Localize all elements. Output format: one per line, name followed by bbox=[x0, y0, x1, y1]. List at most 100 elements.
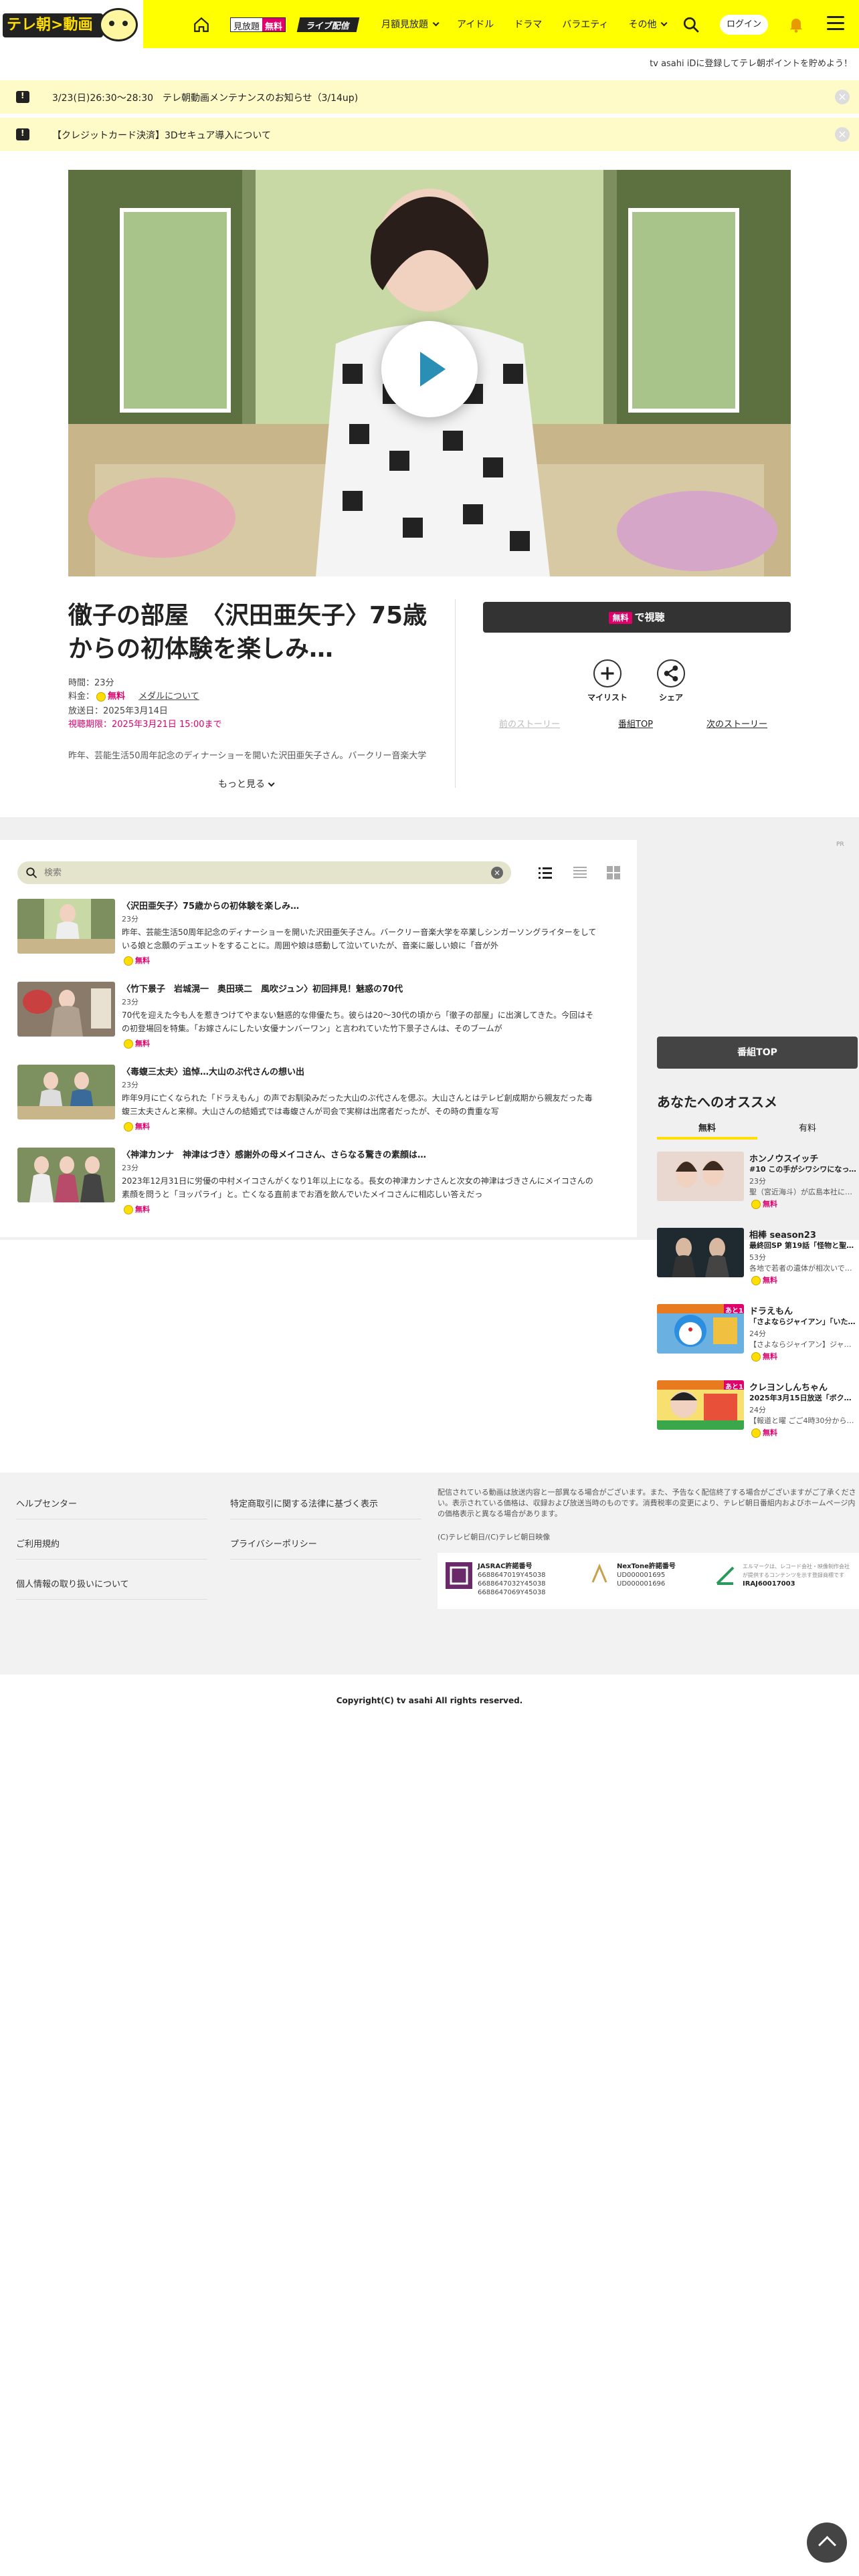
nav-item-drama[interactable]: ドラマ bbox=[514, 17, 542, 31]
list-view-icon[interactable] bbox=[538, 865, 553, 880]
coin-icon bbox=[124, 1039, 133, 1049]
mylist-label: マイリスト bbox=[587, 693, 628, 702]
main-nav: 月額見放題 アイドル ドラマ バラエティ その他 bbox=[381, 0, 668, 48]
jasrac-license: JASRAC許諾番号 6688647019Y45038 6688647032Y45… bbox=[478, 1563, 546, 1596]
item-title[interactable]: 〈神津カンナ 神津はづき〉感謝外の母メイコさん、さらなる驚きの素顔は… bbox=[122, 1148, 426, 1160]
nav-item-idol[interactable]: アイドル bbox=[457, 17, 494, 31]
notice-icon bbox=[16, 128, 29, 140]
coin-icon bbox=[751, 1428, 761, 1438]
item-desc: 【報道と曜 ごご4時30分から… bbox=[749, 1416, 854, 1425]
item-free: 無料 bbox=[122, 955, 150, 966]
item-desc: 70代を迎えた今も人を惹きつけてやまない魅惑的な俳優たち。彼らは20～30代の頃… bbox=[122, 1010, 594, 1033]
item-title[interactable]: 〈毒蝮三太夫〉追悼…大山のぶ代さんの想い出 bbox=[122, 1065, 304, 1077]
play-button[interactable] bbox=[381, 321, 478, 417]
home-icon[interactable] bbox=[193, 16, 210, 33]
item-duration: 24分 bbox=[749, 1329, 766, 1338]
program-top-link[interactable]: 番組TOP bbox=[618, 717, 653, 730]
program-top-button[interactable]: 番組TOP bbox=[657, 1037, 858, 1069]
search-icon[interactable] bbox=[682, 16, 700, 33]
close-icon[interactable]: × bbox=[835, 127, 850, 142]
chevron-down-icon bbox=[432, 19, 440, 26]
episode-synopsis: 昨年、芸能生活50周年記念のディナーショーを開いた沢田亜矢子さん。バークリー音楽… bbox=[68, 751, 427, 761]
price-label: 料金： bbox=[68, 691, 95, 702]
footer-credit: (C)テレビ朝日/(C)テレビ朝日映像 bbox=[438, 1533, 551, 1541]
item-desc: 各地で若者の遺体が相次いで… bbox=[749, 1264, 852, 1273]
nav-item-variety[interactable]: バラエティ bbox=[562, 17, 608, 31]
item-title[interactable]: 〈沢田亜矢子〉75歳からの初体験を楽しみ… bbox=[122, 899, 299, 911]
compact-list-icon[interactable] bbox=[573, 865, 587, 880]
item-title: 相棒 season23 bbox=[749, 1230, 816, 1241]
video-player[interactable] bbox=[68, 170, 791, 576]
share-label: シェア bbox=[658, 693, 683, 702]
recommend-item[interactable]: ホンノウスイッチ #10 この手がシワシワになっても… 23分 聖（宮近海斗）が… bbox=[657, 1152, 858, 1212]
hamburger-menu-icon[interactable] bbox=[827, 16, 844, 31]
item-title[interactable]: 〈竹下景子 岩城滉一 奥田瑛二 風吹ジュン〉初回拝見！魅惑の70代 bbox=[122, 982, 403, 994]
clear-icon[interactable]: × bbox=[491, 867, 503, 879]
list-item[interactable]: 〈毒蝮三太夫〉追悼…大山のぶ代さんの想い出 23分 昨年9月に亡くなられた「ドラ… bbox=[17, 1065, 599, 1132]
list-item[interactable]: 〈神津カンナ 神津はづき〉感謝外の母メイコさん、さらなる驚きの素顔は… 23分 … bbox=[17, 1148, 599, 1214]
episode-search: × bbox=[17, 861, 511, 884]
prev-story-link: 前のストーリー bbox=[499, 720, 561, 730]
footer-link-privacy-policy[interactable]: プライバシーポリシー bbox=[230, 1537, 421, 1560]
coin-icon bbox=[96, 691, 106, 702]
notice-text[interactable]: 【クレジットカード決済】3Dセキュア導入について bbox=[52, 128, 271, 142]
mylist-button[interactable] bbox=[593, 659, 622, 687]
more-button[interactable]: もっと見る bbox=[218, 777, 276, 790]
chevron-down-icon bbox=[268, 780, 276, 787]
plus-icon bbox=[601, 667, 614, 680]
recommend-item[interactable]: あと1日 ドラえもん 「さよならジャイアン」「いたずらプ… 24分 【さよならジ… bbox=[657, 1304, 858, 1364]
item-free: 無料 bbox=[749, 1351, 777, 1362]
free-label: 無料 bbox=[262, 18, 286, 32]
grid-view-icon[interactable] bbox=[606, 865, 621, 880]
footer-link-terms[interactable]: ご利用規約 bbox=[16, 1537, 207, 1560]
list-item[interactable]: 〈沢田亜矢子〉75歳からの初体験を楽しみ… 23分 昨年、芸能生活50周年記念の… bbox=[17, 899, 599, 966]
jasrac-logo bbox=[446, 1562, 472, 1589]
medal-link[interactable]: メダルについて bbox=[138, 691, 199, 702]
share-button[interactable] bbox=[657, 659, 685, 687]
page-top-button[interactable] bbox=[807, 2523, 847, 2563]
recommend-thumbnail bbox=[657, 1228, 744, 1277]
item-subtitle: #10 この手がシワシワになっても… bbox=[749, 1165, 858, 1174]
days-left-badge: あと1日 bbox=[725, 1384, 750, 1391]
footer-link-help[interactable]: ヘルプセンター bbox=[16, 1497, 207, 1519]
search-input[interactable] bbox=[44, 865, 472, 880]
watch-label: で視聴 bbox=[634, 611, 665, 623]
notice-3dsecure[interactable]: 【クレジットカード決済】3Dセキュア導入について × bbox=[0, 118, 859, 151]
mitahouda-free-badge[interactable]: 見放題 無料 bbox=[230, 17, 286, 32]
watch-deadline: 視聴期限：2025年3月21日 15:00まで bbox=[68, 720, 222, 730]
footer-link-privacy-handling[interactable]: 個人情報の取り扱いについて bbox=[16, 1577, 207, 1600]
air-date: 放送日：2025年3月14日 bbox=[68, 706, 168, 716]
l-mark-license: エルマークは、レコード会社・映像制作会社が提供するコンテンツを示す登録商標です I… bbox=[743, 1564, 850, 1588]
footer-link-tokusho[interactable]: 特定商取引に関する法律に基づく表示 bbox=[230, 1497, 421, 1519]
nav-item-other[interactable]: その他 bbox=[628, 17, 668, 31]
item-free: 無料 bbox=[749, 1427, 777, 1438]
notice-text[interactable]: 3/23(日)26:30～28:30 テレ朝動画メンテナンスのお知らせ（3/14… bbox=[52, 91, 358, 104]
footer-note: 配信されている動画は放送内容と一部異なる場合がございます。また、予告なく配信終了… bbox=[438, 1488, 856, 1518]
item-desc: 昨年、芸能生活50周年記念のディナーショーを開いた沢田亜矢子さん。バークリー音楽… bbox=[122, 928, 597, 950]
pr-label: PR bbox=[836, 841, 844, 848]
login-button[interactable]: ログイン bbox=[720, 15, 768, 35]
next-story-link[interactable]: 次のストーリー bbox=[706, 717, 767, 730]
mitahouda-label: 見放題 bbox=[231, 18, 263, 32]
bell-icon[interactable] bbox=[787, 15, 805, 33]
tab-free[interactable]: 無料 bbox=[657, 1121, 757, 1134]
episode-thumbnail bbox=[17, 1065, 115, 1119]
recommend-item[interactable]: 相棒 season23 最終回SP 第19話「怪物と聖域」 53分 各地で若者の… bbox=[657, 1228, 858, 1288]
episode-duration: 時間：23分 bbox=[68, 678, 114, 688]
tab-paid[interactable]: 有料 bbox=[757, 1121, 858, 1134]
live-badge[interactable]: ライブ配信 bbox=[296, 17, 360, 32]
coin-icon bbox=[751, 1352, 761, 1362]
item-free: 無料 bbox=[122, 1121, 150, 1132]
recommend-title: あなたへのオススメ bbox=[657, 1094, 777, 1110]
watch-free-button[interactable]: 無料 で視聴 bbox=[483, 602, 791, 633]
site-logo[interactable]: テレ朝>動画 bbox=[0, 0, 143, 48]
list-item[interactable]: 〈竹下景子 岩城滉一 奥田瑛二 風吹ジュン〉初回拝見！魅惑の70代 23分 70… bbox=[17, 982, 599, 1049]
recommend-item[interactable]: あと1日 クレヨンしんちゃん 2025年3月15日放送「ボクの… 24分 【報道… bbox=[657, 1380, 858, 1440]
notice-maintenance[interactable]: 3/23(日)26:30～28:30 テレ朝動画メンテナンスのお知らせ（3/14… bbox=[0, 80, 859, 114]
nav-item-monthly[interactable]: 月額見放題 bbox=[381, 17, 440, 31]
close-icon[interactable]: × bbox=[835, 90, 850, 104]
promo-line[interactable]: tv asahi iDに登録してテレ朝ポイントを貯めよう！ bbox=[650, 56, 852, 69]
item-title: ホンノウスイッチ bbox=[749, 1154, 819, 1164]
item-duration: 53分 bbox=[749, 1253, 766, 1262]
notice-icon bbox=[16, 91, 29, 103]
